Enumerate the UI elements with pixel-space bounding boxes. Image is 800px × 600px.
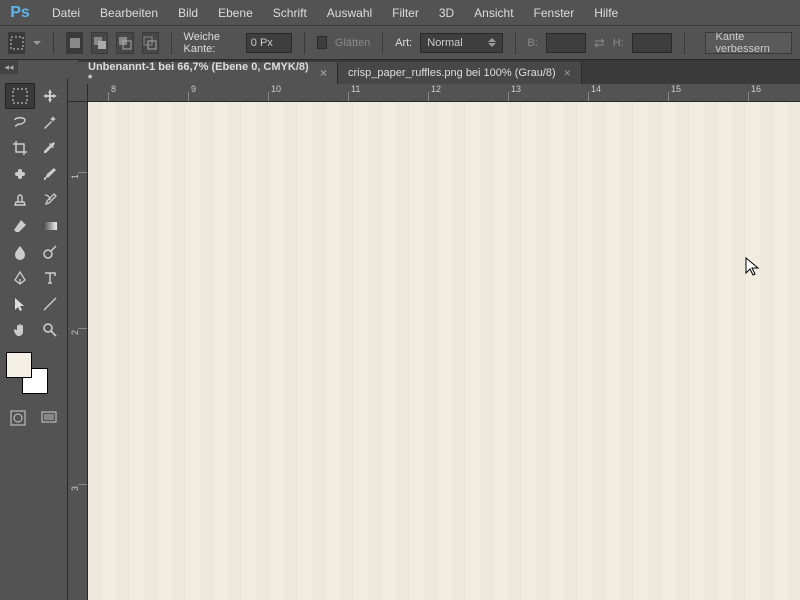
zoom-tool[interactable] (36, 318, 64, 342)
marquee-tool[interactable] (6, 84, 34, 108)
path-selection-tool[interactable] (6, 292, 34, 316)
menu-type[interactable]: Schrift (263, 2, 317, 24)
swap-dimensions-icon: ⇄ (594, 35, 605, 51)
quick-mask-icon[interactable] (6, 406, 31, 430)
work-area: 8910111213141516 123 (68, 84, 800, 600)
menu-edit[interactable]: Bearbeiten (90, 2, 168, 24)
options-bar: Weiche Kante: Glätten Art: Normal B: ⇄ H… (0, 26, 800, 60)
healing-brush-tool[interactable] (6, 162, 34, 186)
lasso-tool[interactable] (6, 110, 34, 134)
tab-label: Unbenannt-1 bei 66,7% (Ebene 0, CMYK/8) … (88, 61, 312, 85)
menu-view[interactable]: Ansicht (464, 2, 523, 24)
document-tab-bar: Unbenannt-1 bei 66,7% (Ebene 0, CMYK/8) … (78, 60, 800, 84)
antialias-checkbox (317, 36, 327, 49)
eraser-tool[interactable] (6, 214, 34, 238)
gradient-tool[interactable] (36, 214, 64, 238)
close-icon[interactable]: × (320, 66, 327, 80)
crop-tool[interactable] (6, 136, 34, 160)
tab-label: crisp_paper_ruffles.png bei 100% (Grau/8… (348, 67, 556, 79)
menu-file[interactable]: Datei (42, 2, 90, 24)
foreground-color-swatch[interactable] (6, 352, 32, 378)
width-label: B: (527, 37, 537, 49)
height-label: H: (613, 37, 624, 49)
menu-layer[interactable]: Ebene (208, 2, 263, 24)
height-input (632, 33, 672, 53)
history-brush-tool[interactable] (36, 188, 64, 212)
selection-new-icon[interactable] (66, 32, 83, 54)
width-input (546, 33, 586, 53)
feather-label: Weiche Kante: (184, 31, 238, 55)
line-tool[interactable] (36, 292, 64, 316)
menu-filter[interactable]: Filter (382, 2, 429, 24)
menu-window[interactable]: Fenster (524, 2, 585, 24)
mode-select[interactable]: Normal (420, 33, 502, 53)
document-tab[interactable]: Unbenannt-1 bei 66,7% (Ebene 0, CMYK/8) … (78, 62, 338, 84)
app-logo-icon: Ps (8, 3, 32, 23)
marquee-preset-icon[interactable] (8, 32, 25, 54)
menu-select[interactable]: Auswahl (317, 2, 382, 24)
tools-panel (0, 78, 68, 600)
selection-add-icon[interactable] (91, 32, 108, 54)
pen-tool[interactable] (6, 266, 34, 290)
hand-tool[interactable] (6, 318, 34, 342)
refine-edge-button[interactable]: Kante verbessern (705, 32, 793, 54)
panel-collapse-icon[interactable]: ◂◂ (0, 60, 18, 74)
menu-image[interactable]: Bild (168, 2, 208, 24)
feather-input[interactable] (246, 33, 292, 53)
ruler-vertical[interactable]: 123 (68, 102, 88, 600)
ruler-horizontal[interactable]: 8910111213141516 (88, 84, 800, 102)
mode-value: Normal (427, 37, 462, 49)
selection-subtract-icon[interactable] (116, 32, 133, 54)
menu-bar: Ps Datei Bearbeiten Bild Ebene Schrift A… (0, 0, 800, 26)
menu-help[interactable]: Hilfe (584, 2, 628, 24)
move-tool[interactable] (36, 84, 64, 108)
clone-stamp-tool[interactable] (6, 188, 34, 212)
chevron-down-icon[interactable] (33, 41, 41, 45)
eyedropper-tool[interactable] (36, 136, 64, 160)
blur-tool[interactable] (6, 240, 34, 264)
document-tab[interactable]: crisp_paper_ruffles.png bei 100% (Grau/8… (338, 62, 582, 84)
screen-mode-icon[interactable] (37, 406, 62, 430)
color-swatches[interactable] (6, 352, 48, 394)
antialias-label: Glätten (335, 37, 370, 49)
menu-3d[interactable]: 3D (429, 2, 464, 24)
close-icon[interactable]: × (564, 66, 571, 80)
brush-tool[interactable] (36, 162, 64, 186)
canvas[interactable] (88, 102, 800, 600)
magic-wand-tool[interactable] (36, 110, 64, 134)
ruler-origin[interactable] (68, 84, 88, 102)
type-tool[interactable] (36, 266, 64, 290)
selection-intersect-icon[interactable] (142, 32, 159, 54)
mode-label: Art: (395, 37, 412, 49)
dodge-tool[interactable] (36, 240, 64, 264)
